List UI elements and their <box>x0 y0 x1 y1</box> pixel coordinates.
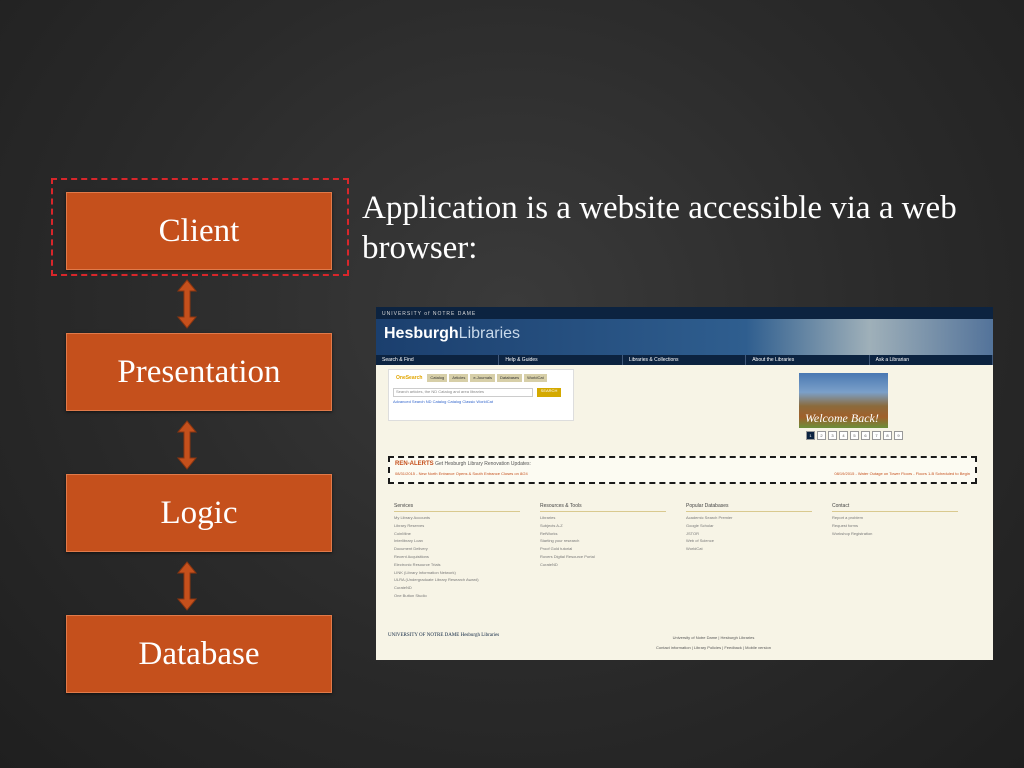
pager-dot: 4 <box>839 431 848 440</box>
search-tab: Catalog <box>427 374 448 382</box>
photo-caption: Welcome Back! <box>805 411 879 425</box>
column-link: Electronic Resource Trials <box>394 561 441 567</box>
alerts-title: REN-ALERTS <box>395 461 434 467</box>
client-tier-box: Client <box>66 192 332 270</box>
column-link: Rovers Digital Resource Portal <box>540 553 595 559</box>
column-link: Subjects A-Z <box>540 522 563 528</box>
pager-dot: 2 <box>817 431 826 440</box>
footer-logo: UNIVERSITY OF NOTRE DAME Hesburgh Librar… <box>388 633 500 638</box>
pager-dot: 3 <box>828 431 837 440</box>
site-link-columns: Services My Library Accounts Library Res… <box>394 503 978 600</box>
arrow-logic-database <box>176 561 198 611</box>
search-tab: e-Journals <box>470 374 496 382</box>
column-title: Popular Databases <box>686 503 812 512</box>
site-search-box: OneSearch Catalog Articles e-Journals Da… <box>388 369 574 421</box>
column-title: Services <box>394 503 520 512</box>
nav-item: About the Libraries <box>746 355 870 365</box>
column-link: RefWorks <box>540 530 558 536</box>
column-link: Libraries <box>540 515 556 520</box>
footer-text: University of Notre Dame | Hesburgh Libr… <box>656 633 771 653</box>
column-link: Document Delivery <box>394 546 428 552</box>
site-logo: HesburghLibraries <box>384 325 521 342</box>
column-link: Recent Acquisitions <box>394 553 429 559</box>
website-screenshot: UNIVERSITY of NOTRE DAME HesburghLibrari… <box>376 307 993 660</box>
logic-tier-box: Logic <box>66 474 332 552</box>
photo-pager: 1 2 3 4 5 6 7 8 9 <box>806 431 903 440</box>
column-link: JSTOR <box>686 530 700 536</box>
column-link: CoinMine <box>394 530 411 536</box>
pager-dot: 7 <box>872 431 881 440</box>
column-title: Contact <box>832 503 958 512</box>
presentation-tier-box: Presentation <box>66 333 332 411</box>
column-link: Interlibrary Loan <box>394 538 423 544</box>
column-link: Report a problem <box>832 515 863 520</box>
nav-item: Help & Guides <box>499 355 623 365</box>
search-tabs: OneSearch Catalog Articles e-Journals Da… <box>389 370 573 386</box>
arrow-presentation-logic <box>176 420 198 470</box>
alert-item: 08/19/2015 - Water Outage on Tower Floor… <box>834 471 970 476</box>
arrow-client-presentation <box>176 279 198 329</box>
search-tab: Databases <box>497 374 523 382</box>
nav-item: Search & Find <box>376 355 500 365</box>
pager-dot: 9 <box>894 431 903 440</box>
pager-dot: 8 <box>883 431 892 440</box>
column-link: One Button Studio <box>394 592 427 598</box>
column-link: WorldCat <box>686 546 703 552</box>
search-tab: OneSearch <box>396 375 423 381</box>
column-link: Web of Science <box>686 538 714 544</box>
welcome-photo: Welcome Back! <box>799 373 888 428</box>
pager-dot: 5 <box>850 431 859 440</box>
column-title: Resources & Tools <box>540 503 666 512</box>
search-tab: Articles <box>449 374 469 382</box>
site-search-button: SEARCH <box>537 388 561 397</box>
column-link: CurateND <box>540 561 558 567</box>
search-tab: WorldCat <box>524 374 547 382</box>
column-link: Proof Gold tutorial <box>540 546 573 552</box>
description-text: Application is a website accessible via … <box>362 190 957 266</box>
link-column: Contact Report a problem Request forms W… <box>832 503 978 600</box>
search-links: Advanced Search ND Catalog Catalog Class… <box>393 399 493 404</box>
column-link: Library Reserves <box>394 522 425 528</box>
alert-item: 08/31/2015 - New North Entrance Opens & … <box>395 471 528 476</box>
link-column: Popular Databases Academic Search Premie… <box>686 503 832 600</box>
site-topbar: UNIVERSITY of NOTRE DAME <box>376 307 993 319</box>
column-link: LINK (Library Information Network) <box>394 569 456 575</box>
column-link: My Library Accounts <box>394 515 431 520</box>
column-link: Workshop Registration <box>832 530 873 536</box>
site-search-input: Search articles, the ND Catalog and area… <box>393 388 533 397</box>
ren-alerts-box: REN-ALERTS Get Hesburgh Library Renovati… <box>388 456 977 484</box>
link-column: Resources & Tools Libraries Subjects A-Z… <box>540 503 686 600</box>
column-link: Starting your research <box>540 538 580 544</box>
column-link: Google Scholar <box>686 522 714 528</box>
alerts-subtitle: Get Hesburgh Library Renovation Updates: <box>435 461 531 467</box>
nav-item: Libraries & Collections <box>623 355 747 365</box>
database-tier-box: Database <box>66 615 332 693</box>
column-link: Academic Search Premier <box>686 515 733 520</box>
column-link: ULRA (Undergraduate Library Research Awa… <box>394 577 479 583</box>
footer-line: University of Notre Dame | Hesburgh Libr… <box>672 635 755 640</box>
pager-dot: 6 <box>861 431 870 440</box>
column-link: CurateND <box>394 585 412 591</box>
pager-dot: 1 <box>806 431 815 440</box>
nav-item: Ask a Librarian <box>870 355 993 365</box>
column-link: Request forms <box>832 522 859 528</box>
link-column: Services My Library Accounts Library Res… <box>394 503 540 600</box>
site-nav: Search & Find Help & Guides Libraries & … <box>376 355 993 365</box>
footer-line: Contact information | Library Policies |… <box>656 645 771 650</box>
site-banner: HesburghLibraries <box>376 319 993 355</box>
